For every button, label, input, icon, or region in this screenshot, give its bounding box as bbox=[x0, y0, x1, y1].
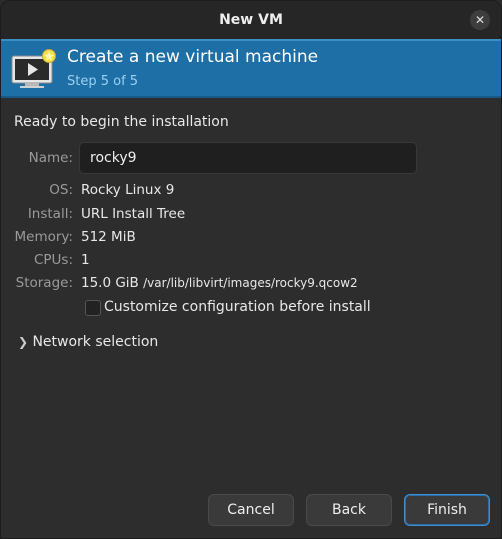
back-button[interactable]: Back bbox=[306, 494, 392, 526]
storage-size: 15.0 GiB bbox=[81, 275, 139, 291]
storage-label: Storage: bbox=[15, 275, 73, 291]
window-title: New VM bbox=[219, 12, 283, 28]
network-selection-expander[interactable]: ❯ Network selection bbox=[18, 334, 158, 350]
chevron-right-icon: ❯ bbox=[18, 335, 29, 349]
close-icon[interactable]: ✕ bbox=[470, 10, 490, 30]
customize-checkbox[interactable] bbox=[85, 300, 101, 316]
install-value: URL Install Tree bbox=[81, 206, 186, 222]
ready-heading: Ready to begin the installation bbox=[14, 114, 229, 130]
storage-row: Storage: 15.0 GiB /var/lib/libvirt/image… bbox=[1, 275, 501, 295]
titlebar: New VM ✕ bbox=[1, 1, 501, 40]
summary-panel: Ready to begin the installation Name: OS… bbox=[1, 98, 501, 538]
os-row: OS: Rocky Linux 9 bbox=[1, 182, 501, 202]
storage-path: /var/lib/libvirt/images/rocky9.qcow2 bbox=[143, 276, 358, 290]
memory-value: 512 MiB bbox=[81, 229, 136, 245]
network-selection-label: Network selection bbox=[32, 334, 159, 350]
virtual-machine-icon bbox=[11, 49, 56, 88]
cancel-button[interactable]: Cancel bbox=[208, 494, 294, 526]
install-row: Install: URL Install Tree bbox=[1, 206, 501, 226]
memory-label: Memory: bbox=[14, 229, 73, 245]
os-value: Rocky Linux 9 bbox=[81, 182, 175, 198]
customize-label[interactable]: Customize configuration before install bbox=[104, 299, 371, 315]
finish-button[interactable]: Finish bbox=[404, 494, 490, 526]
name-label: Name: bbox=[28, 150, 73, 166]
cpus-row: CPUs: 1 bbox=[1, 252, 501, 272]
wizard-banner: Create a new virtual machine Step 5 of 5 bbox=[1, 39, 501, 98]
name-input[interactable] bbox=[79, 142, 417, 174]
install-label: Install: bbox=[27, 206, 73, 222]
storage-value: 15.0 GiB /var/lib/libvirt/images/rocky9.… bbox=[81, 275, 358, 291]
new-vm-dialog: New VM ✕ Create a new virtual machine St… bbox=[0, 0, 502, 539]
banner-step: Step 5 of 5 bbox=[67, 74, 139, 89]
cpus-value: 1 bbox=[81, 252, 90, 268]
os-label: OS: bbox=[49, 182, 73, 198]
cpus-label: CPUs: bbox=[33, 252, 73, 268]
memory-row: Memory: 512 MiB bbox=[1, 229, 501, 249]
banner-title: Create a new virtual machine bbox=[67, 47, 319, 67]
